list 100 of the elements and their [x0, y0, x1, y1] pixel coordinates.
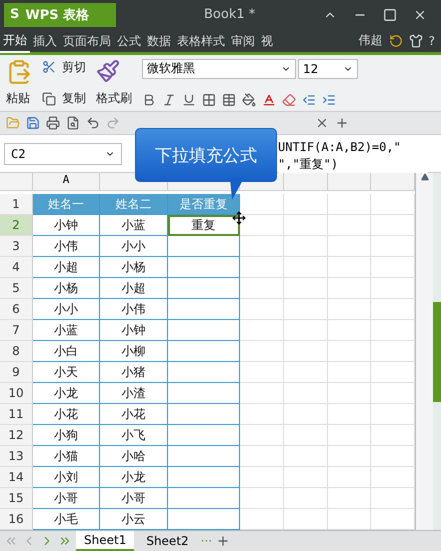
row-header[interactable]: 16: [0, 509, 33, 530]
table-cell: [168, 383, 240, 404]
name-box[interactable]: C2: [4, 142, 122, 165]
table-cell: 小钟: [33, 215, 100, 236]
menu-tab[interactable]: 表格样式: [174, 30, 228, 52]
maximize-icon[interactable]: [383, 8, 397, 22]
refresh-icon[interactable]: [388, 34, 403, 48]
table-cell: [284, 425, 328, 446]
table-cell: [168, 320, 240, 341]
menu-tab[interactable]: 视: [258, 30, 276, 52]
add-sheet-icon[interactable]: [216, 534, 230, 548]
undo-icon[interactable]: [86, 116, 100, 130]
table-cell: [328, 320, 372, 341]
table-cell: 小花: [100, 404, 168, 425]
row-header[interactable]: 5: [0, 278, 33, 299]
copy-button[interactable]: 复制: [62, 90, 86, 108]
menu-tab[interactable]: 公式: [114, 30, 144, 52]
save-icon[interactable]: [26, 116, 40, 130]
table-cell: [168, 404, 240, 425]
table-cell: [328, 257, 372, 278]
table-cell: 是否重复: [168, 194, 240, 215]
table-cell: [168, 425, 240, 446]
font-color-icon[interactable]: [262, 93, 276, 108]
table-cell: [284, 488, 328, 509]
table-cell: [240, 194, 284, 215]
scroll-up-icon[interactable]: [420, 173, 428, 181]
table-cell: [240, 404, 284, 425]
table-cell: [168, 236, 240, 257]
menu-tab[interactable]: 数据: [144, 30, 174, 52]
table-cell: [284, 362, 328, 383]
scissors-icon[interactable]: [42, 60, 56, 74]
table-cell: [284, 257, 328, 278]
table-cell: 小杨: [100, 257, 168, 278]
row-header[interactable]: 10: [0, 383, 33, 404]
table-cell: [168, 488, 240, 509]
column-header[interactable]: A: [33, 173, 100, 191]
bold-icon[interactable]: [142, 93, 156, 108]
table-cell: 小小: [100, 236, 168, 257]
table-cell: [168, 257, 240, 278]
cut-button[interactable]: 剪切: [62, 58, 86, 76]
paste-button[interactable]: 粘贴: [6, 90, 32, 108]
table-cell: 小杨: [33, 278, 100, 299]
row-header[interactable]: 15: [0, 488, 33, 509]
row-header[interactable]: 3: [0, 236, 33, 257]
row-header[interactable]: 4: [0, 257, 33, 278]
size-field[interactable]: 12: [298, 58, 358, 79]
table-cell: [168, 467, 240, 488]
font-field[interactable]: 微软雅黑: [142, 58, 296, 79]
table-cell: 小花: [33, 404, 100, 425]
underline-icon[interactable]: [182, 93, 196, 108]
table-cell: 小刘: [33, 467, 100, 488]
user-name[interactable]: 伟超: [358, 32, 383, 50]
table-cell: [168, 446, 240, 467]
table-cell: 小龙: [33, 383, 100, 404]
row-header[interactable]: 11: [0, 404, 33, 425]
preview-icon[interactable]: [66, 116, 80, 130]
copy-icon[interactable]: [42, 92, 56, 106]
table-cell: [328, 215, 372, 236]
table-cell: [240, 278, 284, 299]
table-cell: 小小: [33, 299, 100, 320]
format-painter-button[interactable]: 格式刷: [96, 90, 132, 108]
row-header[interactable]: 9: [0, 362, 33, 383]
table-cell: [328, 383, 372, 404]
row-header[interactable]: 2: [0, 215, 33, 236]
indent-decrease-icon[interactable]: [302, 93, 316, 108]
new-tab-icon[interactable]: [335, 116, 349, 130]
tooltip-tail: [230, 178, 244, 200]
help-button[interactable]: ?: [428, 34, 435, 48]
fill-color-icon[interactable]: [242, 93, 256, 108]
shirt-icon[interactable]: [408, 34, 423, 48]
table-cell: [168, 509, 240, 530]
menu-tab[interactable]: 审阅: [228, 30, 258, 52]
table-cell: 小蓝: [33, 320, 100, 341]
paintbrush-icon[interactable]: [96, 58, 120, 83]
sheet-tab[interactable]: Sheet2: [138, 532, 197, 550]
sheet-tab[interactable]: Sheet1: [76, 531, 134, 551]
menu-tab[interactable]: 插入: [30, 30, 60, 52]
menu-tab[interactable]: 开始: [0, 28, 30, 53]
italic-icon[interactable]: [162, 93, 176, 108]
row-header[interactable]: 1: [0, 194, 33, 215]
row-header[interactable]: 7: [0, 320, 33, 341]
menu-tab[interactable]: 页面布局: [60, 30, 114, 52]
indent-increase-icon[interactable]: [322, 93, 336, 108]
row-header[interactable]: 14: [0, 467, 33, 488]
table-cell: 小渣: [100, 383, 168, 404]
border-icon[interactable]: [202, 93, 216, 108]
table-cell: [328, 446, 372, 467]
side-panel-handle[interactable]: [433, 302, 441, 402]
table-cell: 小猫: [33, 446, 100, 467]
row-header[interactable]: 8: [0, 341, 33, 362]
table-cell: 小白: [33, 341, 100, 362]
formula-field[interactable]: UNTIF(A:A,B2)=0," ","重复"): [278, 139, 428, 174]
table-cell: 小龙: [100, 467, 168, 488]
row-header[interactable]: 12: [0, 425, 33, 446]
print-icon[interactable]: [46, 116, 60, 130]
row-header[interactable]: 13: [0, 446, 33, 467]
eraser-icon[interactable]: [282, 93, 296, 108]
table-cell: [284, 467, 328, 488]
table-icon[interactable]: [222, 93, 236, 108]
row-header[interactable]: 6: [0, 299, 33, 320]
